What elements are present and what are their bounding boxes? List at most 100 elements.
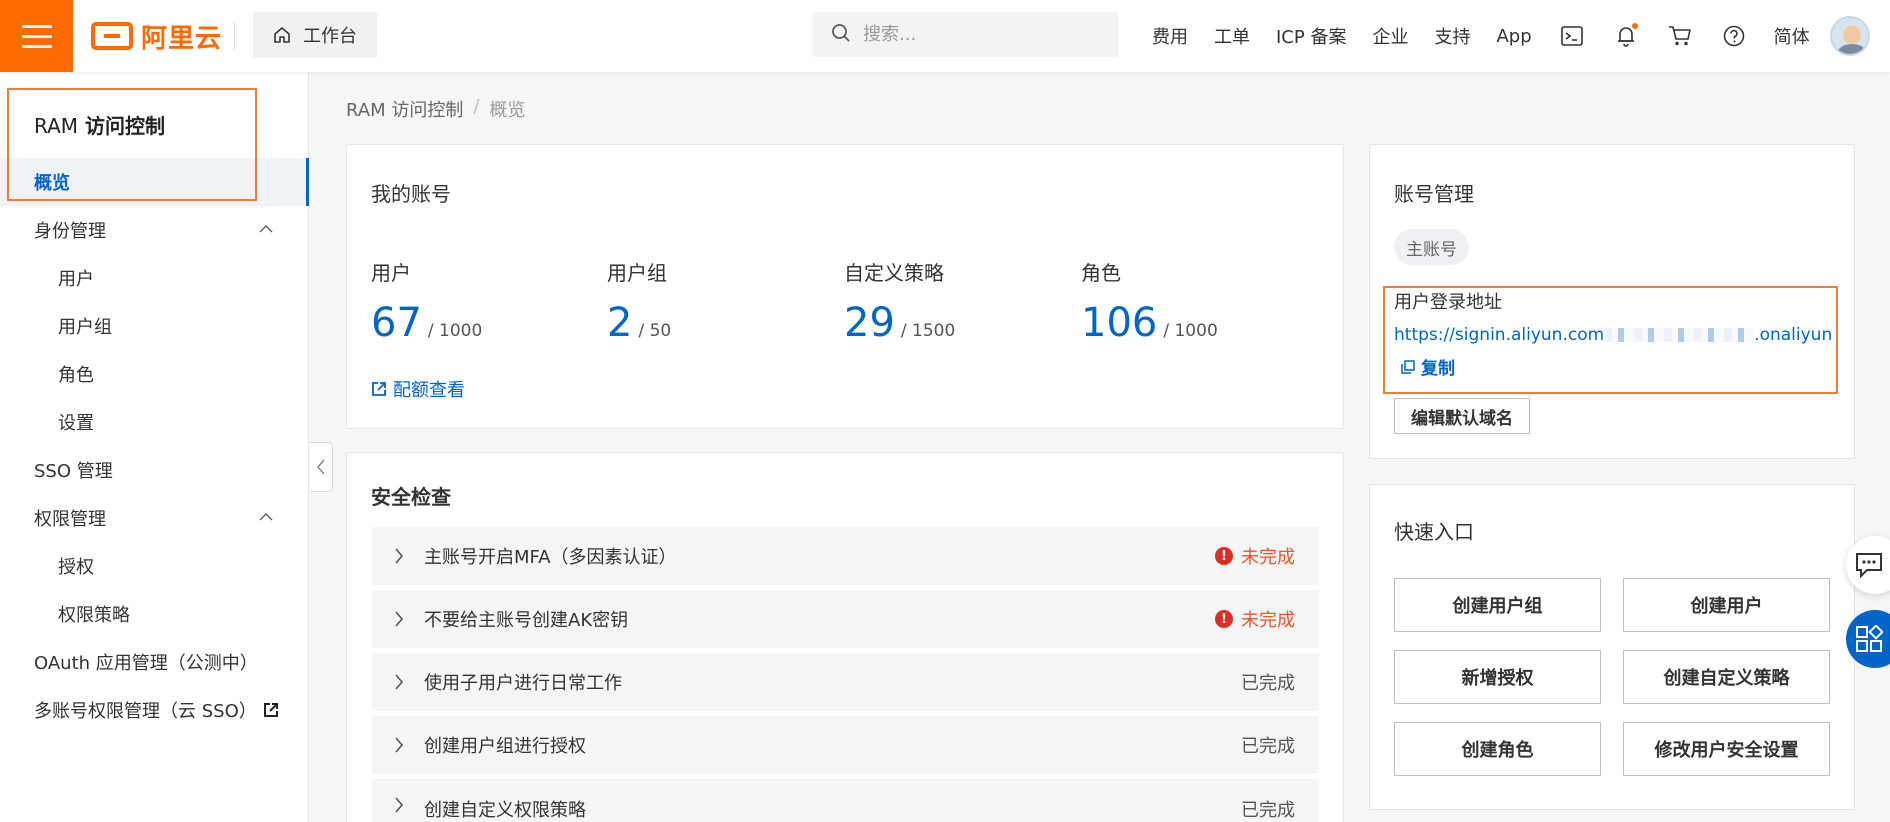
edit-default-domain-button[interactable]: 编辑默认域名: [1394, 398, 1530, 434]
my-account-title: 我的账号: [371, 182, 451, 206]
create-user-group-button[interactable]: 创建用户组: [1394, 578, 1601, 632]
create-user-button[interactable]: 创建用户: [1623, 578, 1830, 632]
sidebar-item-policies[interactable]: 权限策略: [0, 590, 309, 638]
stat-number: 67: [371, 300, 422, 346]
stat-limit: / 50: [638, 321, 672, 341]
language-switch[interactable]: 简体: [1774, 23, 1810, 49]
sidebar-title-main: 访问控制: [85, 114, 165, 138]
sidebar-item-multi-account-sso[interactable]: 多账号权限管理（云 SSO）: [0, 686, 309, 734]
sidebar-item-roles[interactable]: 角色: [0, 350, 309, 398]
stat-value: 67 / 1000: [371, 300, 482, 346]
stat-label: 用户组: [607, 261, 667, 285]
nav-link-support[interactable]: 支持: [1434, 23, 1470, 49]
aliyun-logo[interactable]: 阿里云: [91, 18, 222, 54]
sidebar-item-label: 设置: [58, 413, 94, 434]
breadcrumb: RAM 访问控制 / 概览: [346, 96, 525, 122]
main-account-tag: 主账号: [1394, 229, 1469, 265]
sidebar-item-settings[interactable]: 设置: [0, 398, 309, 446]
sidebar-item-label: 授权: [58, 557, 94, 578]
bell-icon[interactable]: [1612, 22, 1640, 50]
sidebar-item-identity-management[interactable]: 身份管理: [0, 206, 309, 254]
warning-icon: !: [1215, 547, 1233, 565]
security-check-row[interactable]: 创建用户组进行授权 已完成: [372, 716, 1319, 774]
stat-number: 106: [1081, 300, 1158, 346]
check-status-complete: 已完成: [1241, 736, 1295, 757]
stat-limit: / 1000: [1163, 321, 1218, 341]
account-management-title: 账号管理: [1394, 182, 1474, 206]
aliyun-logo-icon: [91, 22, 133, 50]
chevron-right-icon: [394, 547, 404, 565]
create-custom-policy-button[interactable]: 创建自定义策略: [1623, 650, 1830, 704]
warning-icon: !: [1215, 610, 1233, 628]
sidebar-item-label: SSO 管理: [34, 461, 113, 482]
sidebar-title-prefix: RAM: [34, 114, 79, 138]
add-grant-button[interactable]: 新增授权: [1394, 650, 1601, 704]
logo-text: 阿里云: [141, 23, 223, 54]
sidebar-title: RAM 访问控制: [34, 110, 165, 139]
security-check-row[interactable]: 主账号开启MFA（多因素认证） ! 未完成: [372, 527, 1319, 585]
stat-roles: 角色 106 / 1000: [1081, 257, 1218, 346]
sidebar-item-permission-management[interactable]: 权限管理: [0, 494, 309, 542]
sidebar-item-label: 用户组: [58, 317, 112, 338]
check-status-incomplete: ! 未完成: [1215, 543, 1295, 569]
cart-icon[interactable]: [1666, 22, 1694, 50]
check-row-label: 创建用户组进行授权: [424, 736, 586, 757]
user-avatar[interactable]: [1829, 16, 1870, 56]
nav-link-enterprise[interactable]: 企业: [1372, 23, 1408, 49]
security-check-row[interactable]: 不要给主账号创建AK密钥 ! 未完成: [372, 590, 1319, 648]
sidebar-item-users[interactable]: 用户: [0, 254, 309, 302]
login-url-label: 用户登录地址: [1394, 292, 1502, 313]
notification-dot: [1631, 23, 1638, 29]
breadcrumb-current: 概览: [489, 100, 526, 121]
security-check-row[interactable]: 使用子用户进行日常工作 已完成: [372, 653, 1319, 711]
security-check-row[interactable]: 创建自定义权限策略 已完成: [372, 779, 1319, 822]
stat-value: 106 / 1000: [1081, 300, 1218, 346]
security-check-title: 安全检查: [371, 485, 451, 509]
sidebar-item-label: 身份管理: [34, 221, 106, 242]
sidebar-item-overview[interactable]: 概览: [0, 158, 309, 206]
quota-view-label: 配额查看: [393, 380, 465, 401]
login-url[interactable]: https://signin.aliyun.com .onaliyun.c: [1394, 325, 1832, 345]
copy-url-button[interactable]: 复制: [1401, 354, 1455, 379]
modify-user-security-settings-button[interactable]: 修改用户安全设置: [1623, 722, 1830, 776]
nav-link-tickets[interactable]: 工单: [1214, 23, 1250, 49]
sidebar-item-grants[interactable]: 授权: [0, 542, 309, 590]
stat-label: 角色: [1081, 261, 1121, 285]
external-link-icon: [263, 702, 279, 718]
chevron-right-icon: [394, 610, 404, 628]
quota-view-link[interactable]: 配额查看: [371, 376, 465, 402]
terminal-icon[interactable]: [1558, 22, 1586, 50]
check-row-label: 主账号开启MFA（多因素认证）: [424, 547, 677, 568]
breadcrumb-root[interactable]: RAM 访问控制: [346, 96, 463, 122]
copy-icon: [1401, 359, 1415, 374]
redacted-segment: [1604, 328, 1755, 342]
nav-link-app[interactable]: App: [1496, 26, 1531, 47]
check-status-complete: 已完成: [1241, 673, 1295, 694]
hamburger-line: [21, 34, 52, 38]
workbench-button[interactable]: 工作台: [253, 12, 377, 58]
sidebar-item-label: OAuth 应用管理（公测中）: [34, 653, 258, 674]
help-icon[interactable]: [1720, 22, 1748, 50]
hamburger-menu-button[interactable]: [0, 0, 73, 72]
hamburger-line: [21, 24, 52, 28]
grid-icon: [1856, 625, 1883, 652]
login-url-start: https://signin.aliyun.com: [1394, 325, 1605, 345]
sidebar-item-label: 概览: [34, 173, 70, 194]
stat-value: 2 / 50: [607, 300, 671, 346]
sidebar-collapse-toggle[interactable]: [310, 442, 333, 492]
workbench-label: 工作台: [303, 26, 357, 47]
check-row-label: 使用子用户进行日常工作: [424, 673, 622, 694]
check-status-label: 未完成: [1241, 547, 1295, 568]
sidebar-item-user-groups[interactable]: 用户组: [0, 302, 309, 350]
sidebar-item-sso-management[interactable]: SSO 管理: [0, 446, 309, 494]
search-box[interactable]: [813, 12, 1118, 57]
top-navigation-bar: 阿里云 工作台 费用 工单 ICP 备案 企业 支持 App 简体: [0, 0, 1890, 72]
search-input[interactable]: [863, 24, 1103, 45]
sidebar-item-oauth-apps[interactable]: OAuth 应用管理（公测中）: [0, 638, 309, 686]
create-role-button[interactable]: 创建角色: [1394, 722, 1601, 776]
chevron-up-icon: [259, 512, 273, 521]
check-status-complete: 已完成: [1241, 800, 1295, 821]
stat-limit: / 1000: [427, 321, 483, 341]
nav-link-fees[interactable]: 费用: [1152, 23, 1188, 49]
nav-link-icp[interactable]: ICP 备案: [1276, 23, 1346, 49]
